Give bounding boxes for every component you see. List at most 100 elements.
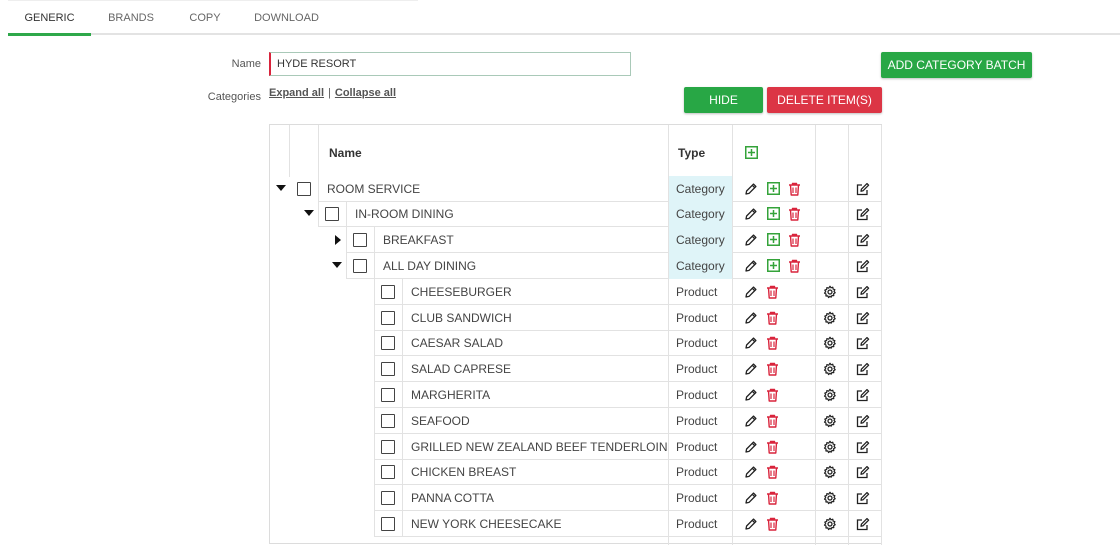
open-edit-icon[interactable] [856, 388, 870, 402]
open-edit-icon[interactable] [856, 414, 870, 428]
delete-trash-icon[interactable] [766, 362, 780, 376]
settings-gear-icon[interactable] [823, 517, 837, 531]
edit-pencil-icon[interactable] [744, 336, 758, 350]
open-edit-icon[interactable] [856, 362, 870, 376]
edit-pencil-icon[interactable] [744, 517, 758, 531]
row-name: ROOM SERVICE [327, 181, 421, 196]
hide-button[interactable]: HIDE [684, 87, 763, 113]
edit-pencil-icon[interactable] [744, 491, 758, 505]
add-subcategory-icon[interactable] [767, 207, 781, 221]
tab-download[interactable]: DOWNLOAD [248, 0, 325, 35]
name-input[interactable] [269, 52, 631, 76]
delete-trash-icon[interactable] [788, 182, 802, 196]
edit-pencil-icon[interactable] [744, 440, 758, 454]
delete-trash-icon[interactable] [766, 388, 780, 402]
row-checkbox[interactable] [381, 387, 395, 402]
settings-gear-icon[interactable] [823, 465, 837, 479]
edit-pencil-icon[interactable] [744, 388, 758, 402]
collapse-caret-icon[interactable] [274, 176, 288, 202]
row-checkbox[interactable] [381, 336, 395, 351]
row-type: Product [676, 336, 718, 351]
row-checkbox[interactable] [381, 310, 395, 325]
edit-pencil-icon[interactable] [744, 362, 758, 376]
row-name-line [402, 485, 403, 512]
edit-pencil-icon[interactable] [744, 233, 758, 247]
row-checkbox[interactable] [353, 233, 367, 248]
collapse-caret-icon[interactable] [302, 201, 316, 227]
row-checkbox[interactable] [297, 181, 311, 196]
tab-generic[interactable]: GENERIC [8, 0, 91, 36]
link-separator: | [328, 87, 331, 99]
row-name-line [402, 510, 403, 537]
edit-pencil-icon[interactable] [744, 311, 758, 325]
settings-gear-icon[interactable] [823, 336, 837, 350]
edit-pencil-icon[interactable] [744, 414, 758, 428]
add-category-batch-button[interactable]: ADD CATEGORY BATCH [881, 52, 1032, 78]
add-root-category-icon[interactable] [745, 146, 759, 160]
add-subcategory-icon[interactable] [767, 233, 781, 247]
row-checkbox[interactable] [381, 516, 395, 531]
open-edit-icon[interactable] [856, 311, 870, 325]
delete-items-button[interactable]: DELETE ITEM(S) [767, 87, 882, 113]
table-row: CHICKEN BREAST Product [270, 459, 882, 486]
edit-pencil-icon[interactable] [744, 182, 758, 196]
settings-gear-icon[interactable] [823, 414, 837, 428]
open-edit-icon[interactable] [856, 465, 870, 479]
row-checkbox[interactable] [381, 465, 395, 480]
expand-caret-icon[interactable] [330, 227, 344, 253]
expand-all-link[interactable]: Expand all [269, 87, 324, 99]
edit-pencil-icon[interactable] [744, 285, 758, 299]
row-checkbox[interactable] [381, 491, 395, 506]
row-checkbox[interactable] [353, 258, 367, 273]
open-edit-icon[interactable] [856, 182, 870, 196]
row-checkbox[interactable] [381, 439, 395, 454]
delete-trash-icon[interactable] [766, 517, 780, 531]
open-edit-icon[interactable] [856, 233, 870, 247]
delete-trash-icon[interactable] [766, 285, 780, 299]
table-row: SALAD CAPRESE Product [270, 356, 882, 383]
tab-brands[interactable]: BRANDS [101, 0, 161, 35]
collapse-all-link[interactable]: Collapse all [335, 87, 396, 99]
open-edit-icon[interactable] [856, 285, 870, 299]
edit-pencil-icon[interactable] [744, 465, 758, 479]
table-row: PANNA COTTA Product [270, 485, 882, 512]
settings-gear-icon[interactable] [823, 285, 837, 299]
row-checkbox[interactable] [381, 362, 395, 377]
tab-copy[interactable]: COPY [180, 0, 230, 35]
delete-trash-icon[interactable] [788, 233, 802, 247]
row-checkbox[interactable] [381, 284, 395, 299]
open-edit-icon[interactable] [856, 491, 870, 505]
collapse-caret-icon[interactable] [330, 253, 344, 279]
row-checkbox[interactable] [325, 207, 339, 222]
settings-gear-icon[interactable] [823, 311, 837, 325]
settings-gear-icon[interactable] [823, 491, 837, 505]
delete-trash-icon[interactable] [766, 336, 780, 350]
table-row: BREAKFAST Category [270, 227, 882, 254]
open-edit-icon[interactable] [856, 440, 870, 454]
delete-trash-icon[interactable] [788, 259, 802, 273]
open-edit-icon[interactable] [856, 259, 870, 273]
settings-gear-icon[interactable] [823, 388, 837, 402]
open-edit-icon[interactable] [856, 517, 870, 531]
edit-pencil-icon[interactable] [744, 259, 758, 273]
open-edit-icon[interactable] [856, 207, 870, 221]
row-name: CLUB SANDWICH [411, 310, 512, 325]
open-edit-icon[interactable] [856, 336, 870, 350]
table-row: IN-ROOM DINING Category [270, 201, 882, 228]
settings-gear-icon[interactable] [823, 440, 837, 454]
delete-trash-icon[interactable] [766, 414, 780, 428]
row-type: Product [676, 413, 718, 428]
add-subcategory-icon[interactable] [767, 258, 781, 273]
delete-trash-icon[interactable] [766, 440, 780, 454]
delete-trash-icon[interactable] [766, 491, 780, 505]
row-indent-line [318, 201, 319, 228]
add-subcategory-icon[interactable] [767, 181, 781, 196]
row-checkbox[interactable] [381, 413, 395, 428]
edit-pencil-icon[interactable] [744, 207, 758, 221]
delete-trash-icon[interactable] [766, 311, 780, 325]
row-indent-line [374, 381, 375, 408]
delete-trash-icon[interactable] [788, 207, 802, 221]
delete-trash-icon[interactable] [766, 465, 780, 479]
row-indent-line [374, 356, 375, 383]
settings-gear-icon[interactable] [823, 362, 837, 376]
